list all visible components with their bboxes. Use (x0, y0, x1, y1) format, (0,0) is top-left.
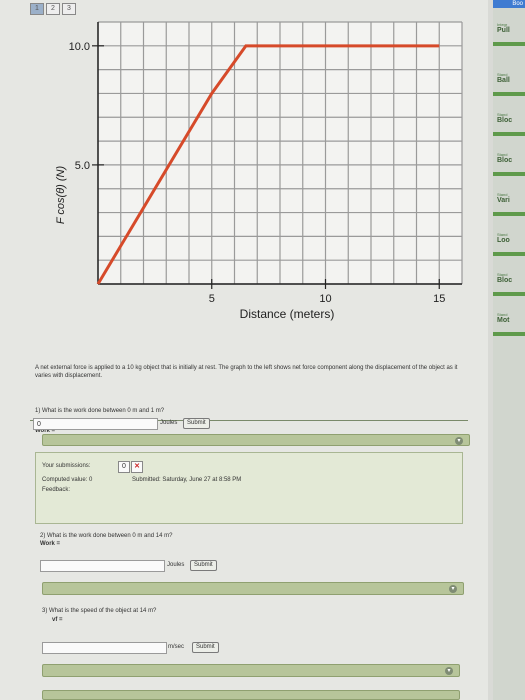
problem-page: 1 2 3 10.0 5.0 5 10 15 Distance (meters) F c… (0, 0, 488, 700)
question-2-answer-field[interactable] (40, 560, 165, 572)
sidebar-item-progress-bar (493, 92, 525, 96)
incorrect-icon: ✕ (131, 461, 143, 473)
sidebar-item-progress-bar (493, 132, 525, 136)
question-2-hint-bar[interactable]: ▾ (42, 582, 464, 595)
sidebar-item-label: Vari (497, 197, 510, 204)
question-1-answer-field[interactable]: 0 (33, 418, 158, 430)
y-tick-label: 10.0 (69, 41, 90, 53)
problem-statement: A net external force is applied to a 10 … (35, 365, 458, 379)
x-tick-label: 10 (319, 293, 331, 305)
y-tick-label: 5.0 (75, 160, 90, 172)
question-3-text: 3) What is the speed of the object at 14… (42, 608, 157, 614)
x-tick-label: 5 (209, 293, 215, 305)
submitted-time: Submitted: Saturday, June 27 at 8:58 PM (132, 477, 242, 483)
question-1-units: Joules (160, 420, 178, 426)
sidebar-item-7[interactable]: Stand Mot (497, 312, 525, 325)
x-tick-label: 15 (433, 293, 445, 305)
sidebar-item-0[interactable]: Integr Pull (497, 22, 525, 35)
sidebar-item-5[interactable]: Stand Loo (497, 232, 525, 245)
sidebar-item-3[interactable]: Stand Bloc (497, 152, 525, 165)
sidebar-item-progress-bar (493, 332, 525, 336)
computed-value: Computed value: 0 (42, 477, 93, 483)
question-3-label: vf = (52, 617, 63, 623)
question-3-submit-button[interactable]: Submit (192, 642, 219, 653)
sidebar-item-label: Bloc (497, 157, 513, 164)
sidebar-item-progress-bar (493, 212, 525, 216)
expand-icon[interactable]: ▾ (445, 667, 453, 675)
sidebar-item-label: Loo (497, 237, 510, 244)
expand-icon[interactable]: ▾ (455, 437, 463, 445)
sidebar-top-label: Boo (493, 0, 525, 8)
sidebar-item-4[interactable]: Stand Vari (497, 192, 525, 205)
sidebar-item-label: Bloc (497, 277, 513, 284)
sidebar-item-progress-bar (493, 172, 525, 176)
question-2-text: 2) What is the work done between 0 m and… (40, 533, 173, 539)
submission-entry: 0 ✕ (118, 461, 143, 473)
problem-list-sidebar (493, 0, 525, 700)
sidebar-item-label: Mot (497, 317, 510, 324)
question-3-answer-field[interactable] (42, 642, 167, 654)
question-1-hint-bar[interactable]: ▾ (42, 434, 470, 446)
sidebar-item-progress-bar (493, 252, 525, 256)
sidebar-item-6[interactable]: Stand Bloc (497, 272, 525, 285)
question-1-submit-button[interactable]: Submit (183, 418, 210, 429)
question-1-text: 1) What is the work done between 0 m and… (35, 408, 165, 414)
sidebar-item-progress-bar (493, 42, 525, 46)
sidebar-item-progress-bar (493, 292, 525, 296)
sidebar-item-label: Pull (497, 27, 510, 34)
sidebar-item-label: Bloc (497, 117, 513, 124)
question-3-hint-bar[interactable]: ▾ (42, 664, 460, 677)
submissions-label: Your submissions: (42, 463, 91, 469)
sidebar-item-label: Ball (497, 77, 510, 84)
y-axis-label: F cos(θ) (N) (55, 166, 67, 225)
x-axis-label: Distance (meters) (240, 307, 335, 321)
sidebar-item-1[interactable]: Stand Ball (497, 72, 525, 85)
question-4-hint-bar[interactable] (42, 690, 460, 700)
submission-value: 0 (118, 461, 130, 473)
question-2-units: Joules (167, 562, 185, 568)
force-displacement-chart: 10.0 5.0 5 10 15 Distance (meters) F cos(θ) … (55, 21, 463, 321)
chart-grid (97, 21, 463, 285)
question-2-submit-button[interactable]: Submit (190, 560, 217, 571)
feedback-label: Feedback: (42, 487, 71, 493)
sidebar-item-2[interactable]: Stand Bloc (497, 112, 525, 125)
submissions-panel: Your submissions: 0 ✕ Computed value: 0 … (35, 452, 463, 524)
question-3-units: m/sec (168, 644, 185, 650)
question-2-label: Work = (40, 541, 61, 547)
expand-icon[interactable]: ▾ (449, 585, 457, 593)
